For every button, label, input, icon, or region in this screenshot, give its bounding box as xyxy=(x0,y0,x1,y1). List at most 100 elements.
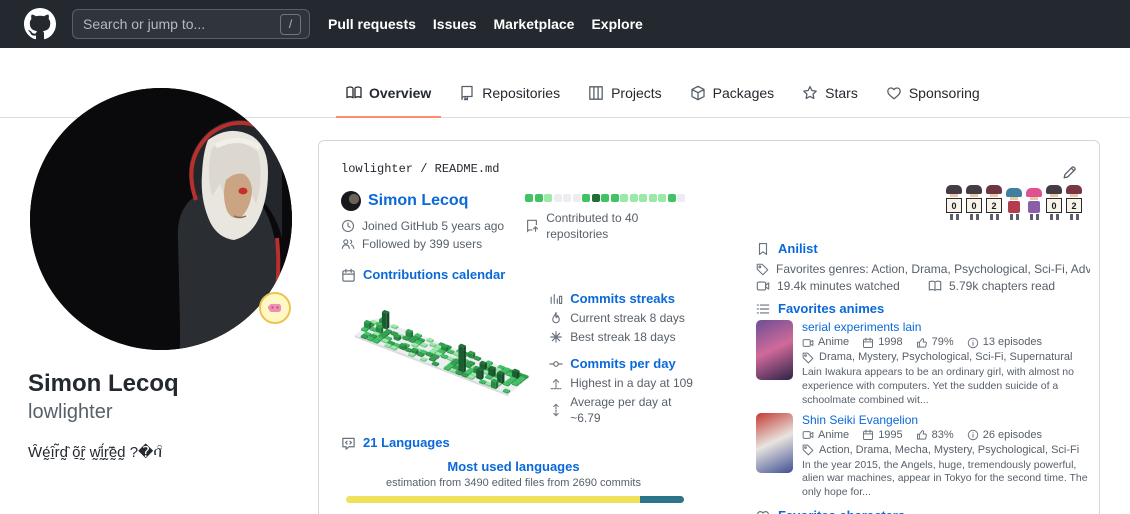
profile-name: Simon Lecoq xyxy=(28,370,179,399)
pig-badge-icon xyxy=(267,300,283,316)
average-day-text: Average per day at ~6.79 xyxy=(570,394,703,426)
calendar-icon xyxy=(341,268,356,283)
current-streak-text: Current streak 8 days xyxy=(570,310,685,326)
anime-type: Anime xyxy=(818,428,849,443)
pixel-sign-digit: 2 xyxy=(986,198,1002,213)
highest-day-text: Highest in a day at 109 xyxy=(570,375,693,391)
anime-year: 1995 xyxy=(878,428,902,443)
tab-packages-label: Packages xyxy=(713,85,774,101)
heart-icon xyxy=(886,85,902,101)
achievement-badge[interactable] xyxy=(259,292,291,324)
arrow-up-icon xyxy=(549,376,563,390)
anime-score: 79% xyxy=(932,335,954,350)
tab-packages[interactable]: Packages xyxy=(680,70,784,118)
anime-entry: Shin Seiki Evangelion Anime 1995 83% 26 … xyxy=(756,413,1090,501)
languages-note: estimation from 3490 edited files from 2… xyxy=(341,477,686,489)
pixel-sign-digit: 0 xyxy=(946,198,962,213)
pixel-character: 0 xyxy=(1045,183,1063,220)
contribution-square xyxy=(563,194,571,202)
pixel-character: 2 xyxy=(1065,183,1083,220)
header-nav: Pull requests Issues Marketplace Explore xyxy=(328,16,643,32)
nav-pull-requests[interactable]: Pull requests xyxy=(328,16,416,32)
tag-icon xyxy=(756,263,769,276)
code-bubble-icon xyxy=(341,436,356,451)
calendar-icon xyxy=(862,429,874,441)
tab-stars-label: Stars xyxy=(825,85,858,101)
favorites-characters-link[interactable]: Favorites characters xyxy=(778,508,905,514)
profile-username: lowlighter xyxy=(28,401,112,424)
anime-cover[interactable] xyxy=(756,413,793,473)
breadcrumb-file[interactable]: README.md xyxy=(435,162,500,176)
pixel-character xyxy=(1025,183,1043,220)
breadcrumb-user[interactable]: lowlighter xyxy=(341,162,413,176)
minutes-watched-text: 19.4k minutes watched xyxy=(777,279,900,293)
languages-link[interactable]: 21 Languages xyxy=(363,435,450,451)
contribution-square xyxy=(658,194,666,202)
pixel-sign-digit: 2 xyxy=(1066,198,1082,213)
anime-cover[interactable] xyxy=(756,320,793,380)
tab-projects[interactable]: Projects xyxy=(578,70,672,118)
video-icon xyxy=(802,337,814,349)
nav-issues[interactable]: Issues xyxy=(433,16,477,32)
contribution-square xyxy=(535,194,543,202)
nav-explore[interactable]: Explore xyxy=(591,16,642,32)
search-box[interactable]: / xyxy=(72,9,310,39)
book-icon xyxy=(346,85,362,101)
slash-key-hint: / xyxy=(280,14,301,35)
contribution-square xyxy=(649,194,657,202)
metrics-avatar xyxy=(341,191,361,211)
profile-bio: W̑ḛ́ȋ̱r̃d̰̑ õ̱ȓ̰ w̰̑ḭ́r̰̃ḛ̑d̰ ?�ባ̃̑ xyxy=(28,442,303,465)
flame-icon xyxy=(549,311,563,325)
tab-stars[interactable]: Stars xyxy=(792,70,868,118)
github-logo-icon[interactable] xyxy=(24,8,56,40)
pixel-character: 0 xyxy=(965,183,983,220)
contribution-square xyxy=(525,194,533,202)
contributed-text: Contributed to 40 repositories xyxy=(546,210,703,242)
commits-per-day-link[interactable]: Commits per day xyxy=(570,356,675,372)
isometric-contributions-chart xyxy=(341,287,543,411)
contribution-square xyxy=(601,194,609,202)
edit-pencil-icon[interactable] xyxy=(1061,165,1077,181)
language-bar-segment xyxy=(346,496,640,503)
metrics-column: Simon Lecoq Joined GitHub 5 years ago Fo… xyxy=(341,191,703,514)
anime-entry: serial experiments lain Anime 1998 79% 1… xyxy=(756,320,1090,408)
contributions-calendar-link[interactable]: Contributions calendar xyxy=(363,267,505,283)
anime-title-link[interactable]: serial experiments lain xyxy=(802,320,1090,334)
contribution-square xyxy=(620,194,628,202)
pixel-character: 2 xyxy=(985,183,1003,220)
pixel-character xyxy=(1005,183,1023,220)
readme-card: lowlighter / README.md 00202 Simon Lecoq… xyxy=(318,140,1100,514)
tab-overview-label: Overview xyxy=(369,85,431,101)
commits-streaks-link[interactable]: Commits streaks xyxy=(570,291,675,307)
pixel-sign-digit: 0 xyxy=(1046,198,1062,213)
repo-push-icon xyxy=(525,219,539,233)
repo-icon xyxy=(459,85,475,101)
bar-chart-icon xyxy=(549,292,563,306)
contribution-square xyxy=(639,194,647,202)
pixel-characters-counter: 00202 xyxy=(945,183,1083,220)
contribution-graph xyxy=(525,194,703,202)
pixel-character: 0 xyxy=(945,183,963,220)
contribution-square xyxy=(677,194,685,202)
tab-sponsoring[interactable]: Sponsoring xyxy=(876,70,990,118)
most-used-languages-link[interactable]: Most used languages xyxy=(341,459,686,474)
contribution-square xyxy=(630,194,638,202)
contribution-square xyxy=(668,194,676,202)
tab-projects-label: Projects xyxy=(611,85,662,101)
metrics-name-link[interactable]: Simon Lecoq xyxy=(368,192,468,210)
calendar-icon xyxy=(862,337,874,349)
contribution-square xyxy=(611,194,619,202)
favorites-animes-link[interactable]: Favorites animes xyxy=(778,301,884,316)
nav-marketplace[interactable]: Marketplace xyxy=(494,16,575,32)
thumbs-up-icon xyxy=(916,337,928,349)
tag-icon xyxy=(802,352,814,364)
contribution-square xyxy=(592,194,600,202)
tab-repositories[interactable]: Repositories xyxy=(449,70,570,118)
best-streak-text: Best streak 18 days xyxy=(570,329,675,345)
tab-overview[interactable]: Overview xyxy=(336,70,441,118)
search-input[interactable] xyxy=(81,15,280,33)
contribution-square xyxy=(573,194,581,202)
anilist-link[interactable]: Anilist xyxy=(778,241,818,256)
anime-title-link[interactable]: Shin Seiki Evangelion xyxy=(802,413,1090,427)
anime-score: 83% xyxy=(932,428,954,443)
